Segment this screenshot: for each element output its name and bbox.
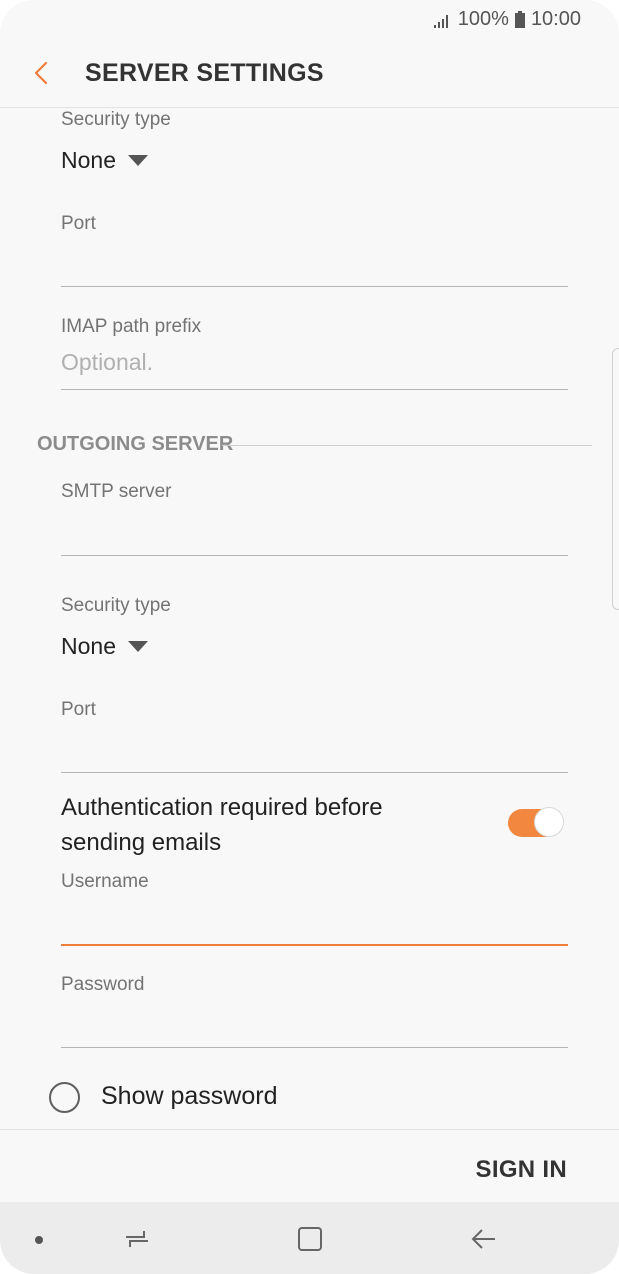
back-arrow-icon[interactable] bbox=[26, 58, 56, 88]
outgoing-port-label: Port bbox=[61, 699, 96, 720]
imap-prefix-underline bbox=[61, 389, 568, 390]
outgoing-section-title: OUTGOING SERVER bbox=[37, 433, 234, 455]
action-bar: SIGN IN bbox=[0, 1129, 619, 1203]
username-label: Username bbox=[61, 871, 149, 892]
clock: 10:00 bbox=[530, 8, 581, 30]
battery-percent: 100% bbox=[457, 8, 509, 30]
signal-icon bbox=[433, 14, 448, 28]
show-password-label[interactable]: Show password bbox=[101, 1082, 277, 1111]
scrollbar[interactable] bbox=[612, 348, 619, 610]
back-nav-icon[interactable] bbox=[468, 1224, 498, 1254]
page-title: SERVER SETTINGS bbox=[85, 59, 324, 87]
password-field[interactable] bbox=[61, 1047, 568, 1048]
recents-icon[interactable] bbox=[122, 1224, 152, 1254]
password-label: Password bbox=[61, 974, 145, 995]
dropdown-triangle-icon bbox=[127, 640, 148, 652]
auth-required-toggle[interactable] bbox=[508, 807, 564, 839]
battery-icon bbox=[514, 11, 525, 28]
navigation-bar bbox=[0, 1202, 619, 1274]
app-header: SERVER SETTINGS bbox=[0, 40, 619, 108]
outgoing-port-field[interactable] bbox=[61, 772, 568, 773]
auth-label-line2: sending emails bbox=[61, 829, 222, 856]
username-field[interactable] bbox=[61, 944, 568, 946]
dropdown-triangle-icon bbox=[127, 154, 148, 166]
incoming-port-label: Port bbox=[61, 213, 96, 234]
toggle-knob bbox=[534, 807, 564, 837]
section-divider bbox=[222, 445, 592, 446]
incoming-security-type-label: Security type bbox=[61, 109, 171, 130]
show-password-radio[interactable] bbox=[49, 1082, 80, 1113]
sign-in-button[interactable]: SIGN IN bbox=[476, 1156, 567, 1184]
imap-prefix-field[interactable]: Optional. bbox=[61, 349, 153, 376]
status-bar: 100% 10:00 bbox=[0, 0, 619, 40]
outgoing-security-type-value: None bbox=[61, 633, 116, 659]
smtp-server-label: SMTP server bbox=[61, 481, 172, 502]
phone-screen: 100% 10:00 SERVER SETTINGS Security type… bbox=[0, 0, 619, 1274]
smtp-server-field[interactable] bbox=[61, 555, 568, 556]
auth-required-label: Authentication required before sending e… bbox=[61, 790, 383, 860]
incoming-security-type-select[interactable]: None bbox=[61, 147, 148, 174]
outgoing-security-type-select[interactable]: None bbox=[61, 633, 148, 660]
outgoing-security-type-label: Security type bbox=[61, 595, 171, 616]
incoming-port-field[interactable] bbox=[61, 286, 568, 287]
dot-icon bbox=[35, 1236, 43, 1244]
incoming-security-type-value: None bbox=[61, 147, 116, 173]
status-right: 100% 10:00 bbox=[433, 8, 581, 31]
auth-label-line1: Authentication required before bbox=[61, 794, 383, 821]
home-icon[interactable] bbox=[295, 1224, 325, 1254]
imap-prefix-label: IMAP path prefix bbox=[61, 316, 202, 337]
